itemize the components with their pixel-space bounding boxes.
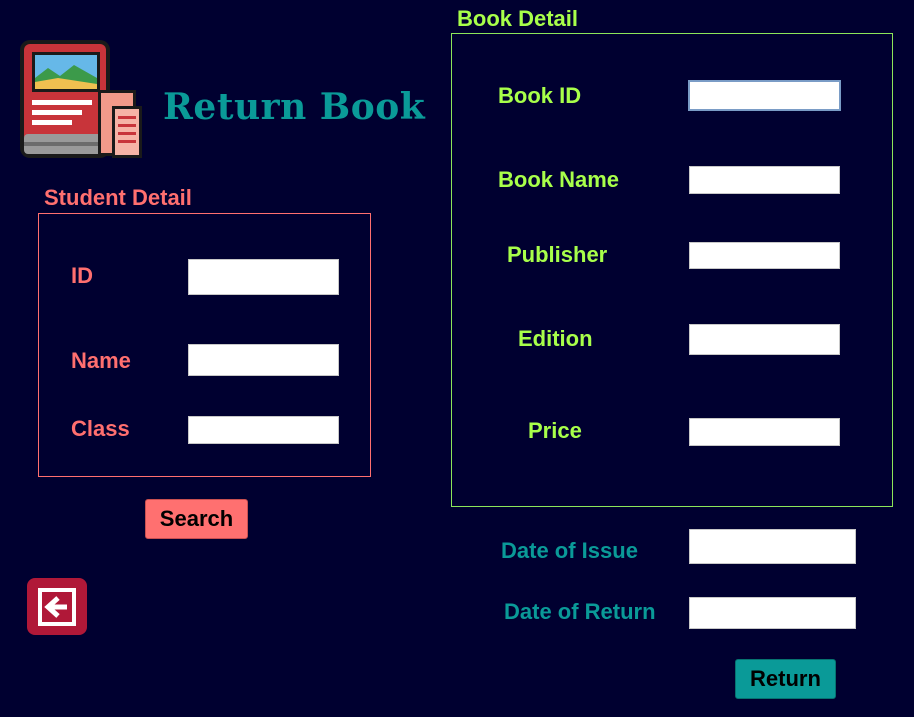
student-detail-label: Student Detail	[44, 185, 192, 210]
book-name-field[interactable]	[689, 166, 840, 194]
student-id-field[interactable]	[188, 259, 339, 295]
date-of-issue-field[interactable]	[689, 529, 856, 564]
book-id-label: Book ID	[498, 83, 582, 108]
date-of-issue-label: Date of Issue	[501, 538, 638, 563]
return-button[interactable]: Return	[735, 659, 836, 699]
edition-field[interactable]	[689, 324, 840, 355]
price-field[interactable]	[689, 418, 840, 446]
book-detail-label: Book Detail	[457, 6, 579, 31]
student-class-field[interactable]	[188, 416, 339, 444]
student-name-label: Name	[71, 348, 131, 373]
book-name-label: Book Name	[498, 167, 620, 192]
date-of-return-label: Date of Return	[504, 599, 656, 624]
price-label: Price	[528, 418, 582, 443]
student-id-label: ID	[71, 263, 93, 288]
edition-label: Edition	[518, 326, 593, 351]
publisher-label: Publisher	[507, 242, 608, 267]
search-button[interactable]: Search	[145, 499, 248, 539]
student-class-label: Class	[71, 416, 130, 441]
date-of-return-field[interactable]	[689, 597, 856, 629]
publisher-field[interactable]	[689, 242, 840, 269]
book-id-field[interactable]	[688, 80, 841, 111]
page-title: Return Book	[163, 86, 426, 128]
back-arrow-icon	[38, 587, 76, 626]
back-button[interactable]	[27, 578, 87, 635]
student-name-field[interactable]	[188, 344, 339, 376]
book-documents-icon	[18, 38, 143, 162]
